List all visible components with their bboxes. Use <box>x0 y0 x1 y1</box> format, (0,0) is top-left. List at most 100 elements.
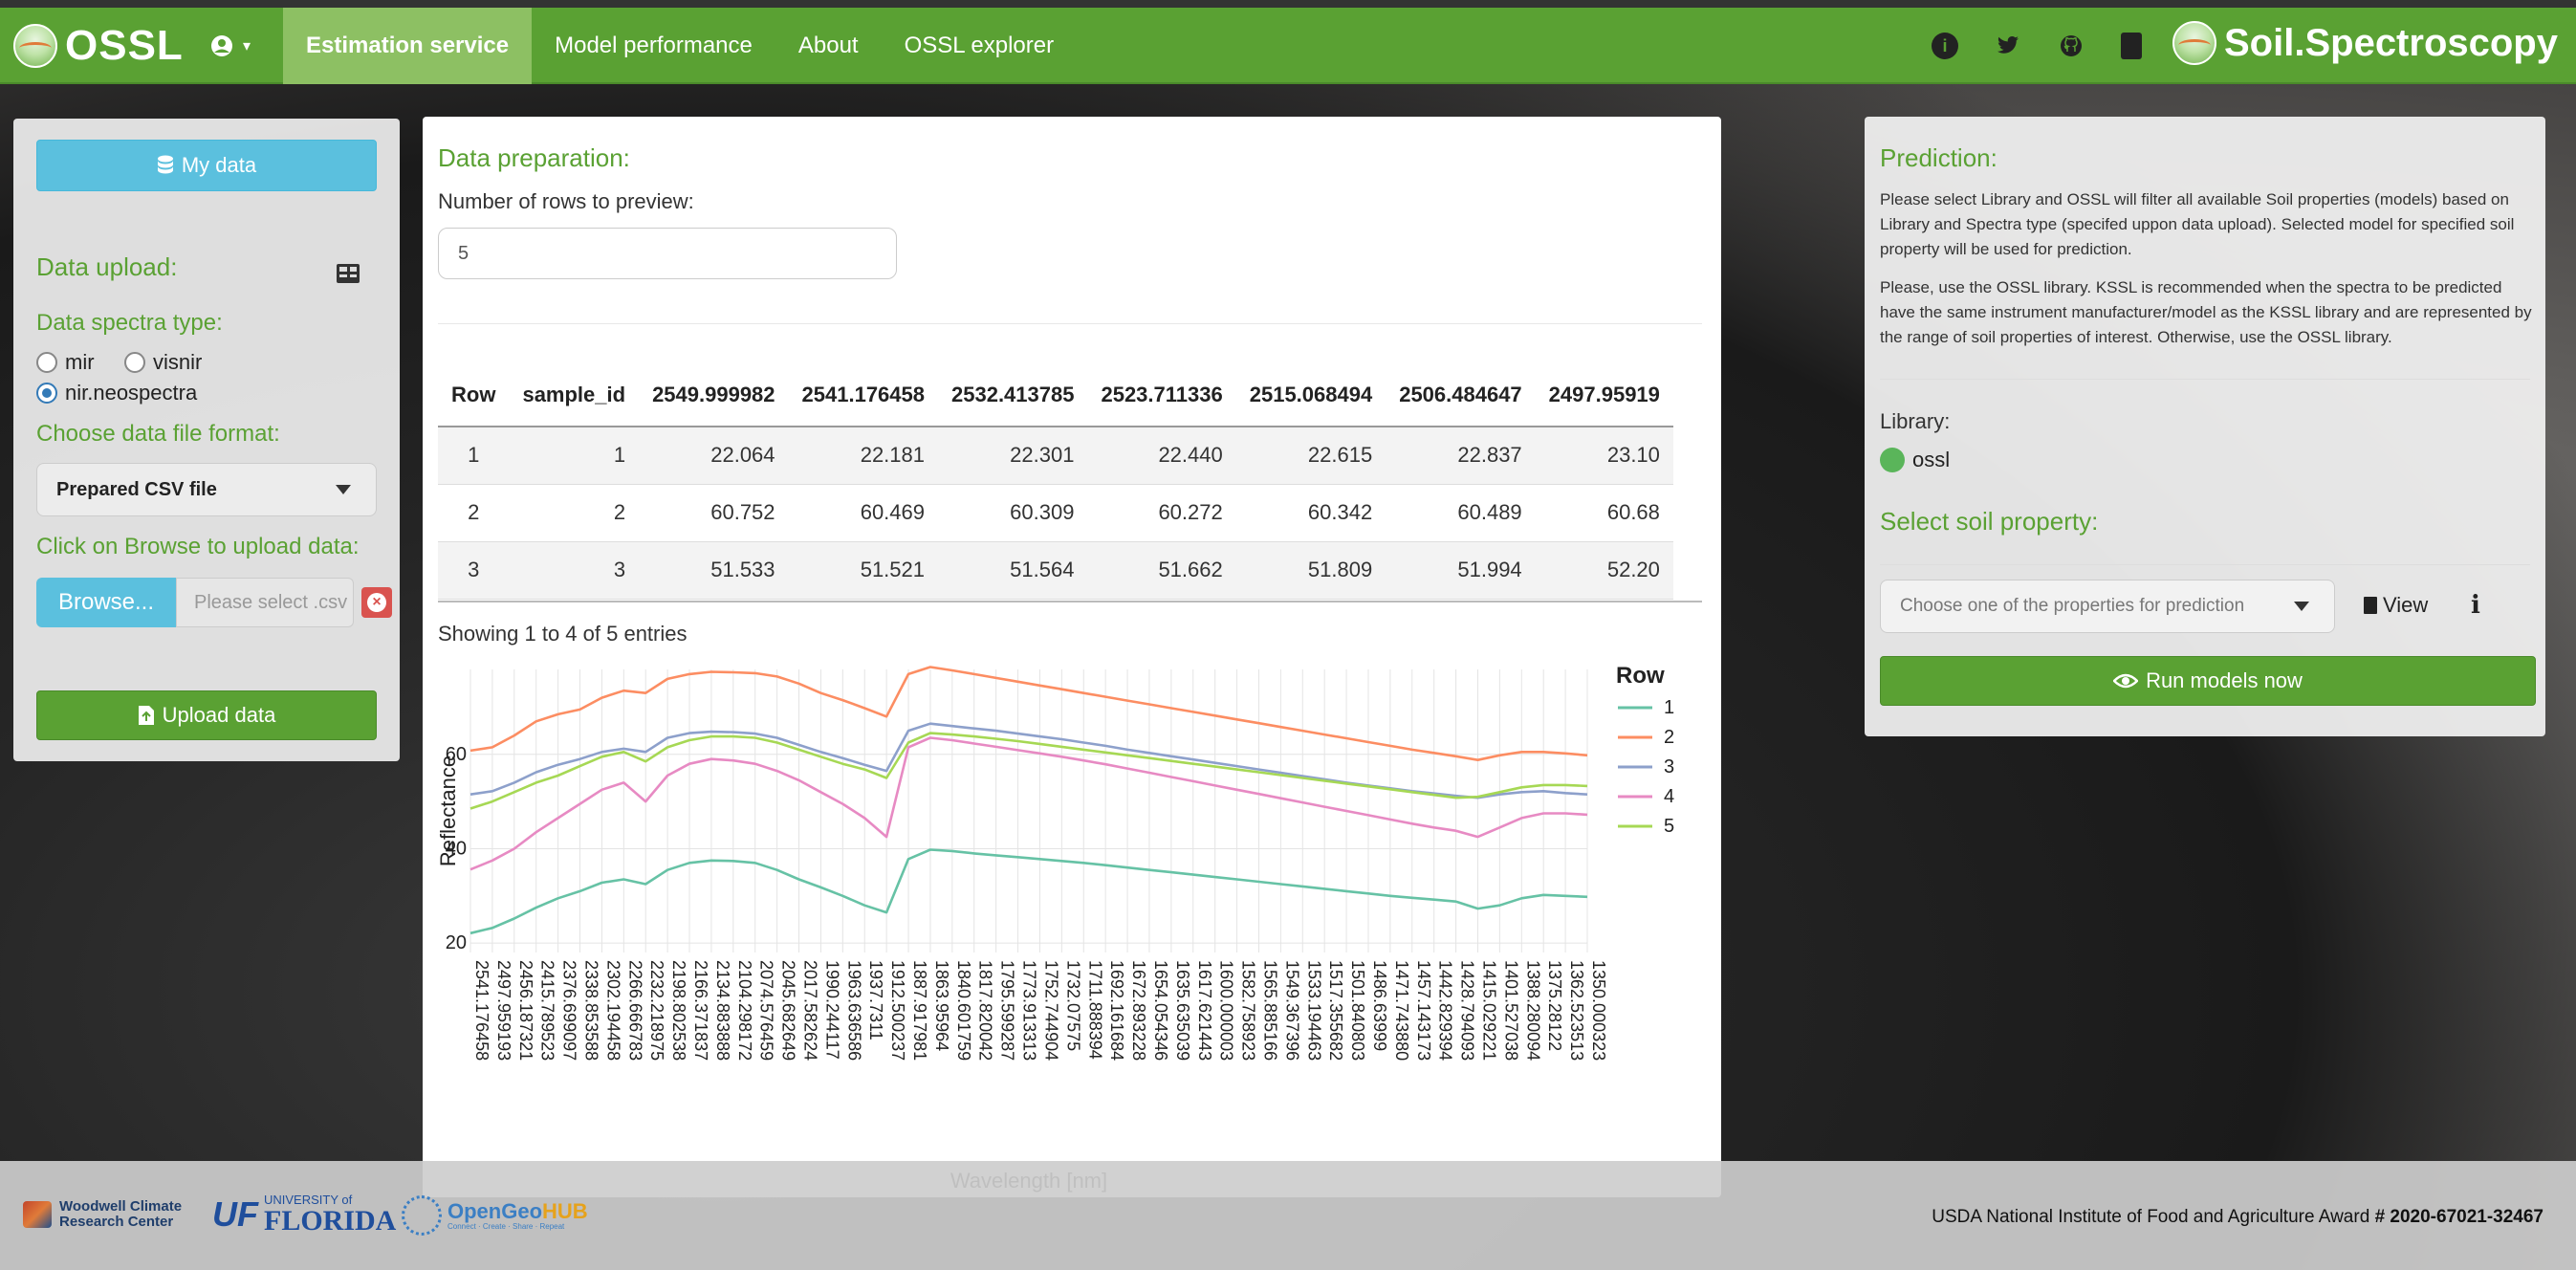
y-axis-title: Reflectance <box>436 755 460 866</box>
woodwell-text: Woodwell Climate Research Center <box>59 1199 182 1230</box>
rows-to-preview-label: Number of rows to preview: <box>438 189 694 213</box>
table-cell: 51.564 <box>938 541 1088 600</box>
table-icon[interactable] <box>337 264 360 283</box>
award-label: USDA National Institute of Food and Agri… <box>1932 1207 2375 1227</box>
x-tick-label: 1582.758923 <box>1239 960 1258 1061</box>
x-tick-label: 1840.601759 <box>954 960 973 1061</box>
table-cell: 2 <box>509 484 640 542</box>
my-data-label: My data <box>181 153 257 177</box>
column-header[interactable]: 2532.413785 <box>938 363 1088 427</box>
uf-florida-text: FLORIDA <box>264 1205 397 1237</box>
radio-button[interactable] <box>124 352 145 373</box>
browse-button[interactable]: Browse... <box>36 578 176 627</box>
tab-ossl-explorer[interactable]: OSSL explorer <box>882 8 1078 84</box>
radio-nir-neospectra[interactable]: nir.neospectra <box>36 381 197 405</box>
x-tick-label: 2541.176458 <box>472 960 491 1061</box>
award-text: USDA National Institute of Food and Agri… <box>1932 1207 2543 1228</box>
user-menu[interactable]: ▾ <box>210 34 251 57</box>
x-tick-label: 1501.840803 <box>1348 960 1367 1061</box>
legend-title: Row <box>1616 663 1665 689</box>
column-header[interactable]: 2506.484647 <box>1386 363 1536 427</box>
preview-table-scroll[interactable]: Row sample_id 2549.999982 2541.176458 25… <box>438 363 1702 708</box>
brand-title: OSSL <box>65 22 184 69</box>
upload-data-button[interactable]: Upload data <box>36 690 377 740</box>
chevron-down-icon: ▾ <box>243 38 251 55</box>
soil-property-select[interactable]: Choose one of the properties for predict… <box>1880 580 2335 633</box>
spectra-type-label: Data spectra type: <box>36 310 223 336</box>
x-tick-label: 2134.883888 <box>713 960 732 1061</box>
table-row: 1 1 22.064 22.181 22.301 22.440 22.615 2… <box>438 427 1673 485</box>
radio-button[interactable] <box>36 352 57 373</box>
view-button[interactable]: View <box>2364 593 2428 618</box>
column-header[interactable]: 2549.999982 <box>639 363 789 427</box>
column-header[interactable]: 2523.711336 <box>1087 363 1236 427</box>
x-tick-label: 2104.298172 <box>735 960 754 1061</box>
file-path-input[interactable]: Please select .csv <box>176 578 354 627</box>
radio-mir[interactable]: mir <box>36 350 95 375</box>
data-upload-title: Data upload: <box>36 252 178 281</box>
nav-tabs: Estimation service Model performance Abo… <box>283 8 1077 84</box>
book-icon[interactable] <box>2121 33 2142 59</box>
column-header[interactable]: 2515.068494 <box>1235 363 1386 427</box>
tab-estimation-service[interactable]: Estimation service <box>283 8 533 84</box>
opengeohub-logo[interactable]: OpenGeoHUB Connect · Create · Share · Re… <box>402 1195 588 1236</box>
radio-button[interactable] <box>36 383 57 404</box>
soil-property-title: Select soil property: <box>1880 507 2099 536</box>
table-cell: 3 <box>438 541 510 600</box>
library-label: Library: <box>1880 409 1951 433</box>
my-data-button[interactable]: My data <box>36 140 377 191</box>
opengeohub-text: OpenGeoHUB Connect · Create · Share · Re… <box>448 1198 588 1231</box>
x-tick-label: 2266.666783 <box>625 960 644 1061</box>
x-tick-label: 1428.794093 <box>1458 960 1477 1061</box>
column-header[interactable]: 2497.95919 <box>1535 363 1673 427</box>
x-tick-label: 1533.194463 <box>1304 960 1323 1061</box>
x-tick-label: 1692.161684 <box>1107 960 1126 1061</box>
ossl-brand[interactable]: OSSL <box>13 21 184 71</box>
x-tick-label: 2166.371837 <box>691 960 710 1061</box>
table-cell: 1 <box>438 427 510 485</box>
uf-logo[interactable]: UF UNIVERSITY of FLORIDA <box>212 1193 396 1236</box>
woodwell-logo[interactable]: Woodwell Climate Research Center <box>23 1199 182 1230</box>
twitter-icon[interactable] <box>1995 33 2021 59</box>
tab-about[interactable]: About <box>775 8 882 84</box>
opengeohub-name: OpenGeo <box>448 1198 543 1223</box>
opengeohub-tagline: Connect · Create · Share · Repeat <box>448 1221 565 1231</box>
file-format-select[interactable]: Prepared CSV file <box>36 463 377 516</box>
series-line-2 <box>469 666 1588 761</box>
prediction-help-text: Please select Library and OSSL will filt… <box>1880 190 2515 258</box>
prediction-panel: Prediction: Please select Library and OS… <box>1865 117 2545 736</box>
upload-data-label: Upload data <box>162 703 276 727</box>
x-tick-label: 1817.820042 <box>976 960 995 1061</box>
run-models-button[interactable]: Run models now <box>1880 656 2536 706</box>
divider <box>1880 564 2530 565</box>
rows-to-preview-input[interactable]: 5 <box>438 228 897 279</box>
close-icon: × <box>367 593 386 612</box>
tab-model-performance[interactable]: Model performance <box>532 8 775 84</box>
library-option-ossl[interactable]: ossl <box>1880 448 1950 472</box>
info-icon[interactable]: i <box>1932 33 1958 59</box>
table-cell: 52.20 <box>1535 541 1673 600</box>
user-circle-icon <box>211 35 232 56</box>
column-header[interactable]: 2541.176458 <box>788 363 938 427</box>
table-scrollbar-track[interactable] <box>438 601 1702 602</box>
x-tick-label: 1635.635039 <box>1173 960 1192 1061</box>
table-cell: 51.533 <box>639 541 789 600</box>
library-selected-indicator[interactable] <box>1880 448 1905 472</box>
view-label: View <box>2383 593 2429 617</box>
clear-file-button[interactable]: × <box>361 587 392 618</box>
x-tick-label: 1565.885166 <box>1260 960 1279 1061</box>
column-header[interactable]: Row <box>438 363 510 427</box>
table-row: 2 2 60.752 60.469 60.309 60.272 60.342 6… <box>438 484 1673 542</box>
x-tick-label: 1863.95964 <box>932 960 951 1051</box>
table-cell: 23.10 <box>1535 427 1673 485</box>
divider <box>438 323 1702 324</box>
x-tick-label: 1795.599287 <box>998 960 1017 1061</box>
info-icon[interactable]: i <box>2471 591 2480 620</box>
table-cell: 51.994 <box>1386 541 1536 600</box>
soil-spectroscopy-brand[interactable]: Soil.Spectroscopy <box>2172 21 2558 65</box>
radio-visnir[interactable]: visnir <box>124 350 202 375</box>
table-cell: 51.809 <box>1235 541 1386 600</box>
column-header[interactable]: sample_id <box>509 363 640 427</box>
github-icon[interactable] <box>2058 33 2085 59</box>
x-tick-label: 1486.63999 <box>1370 960 1389 1051</box>
